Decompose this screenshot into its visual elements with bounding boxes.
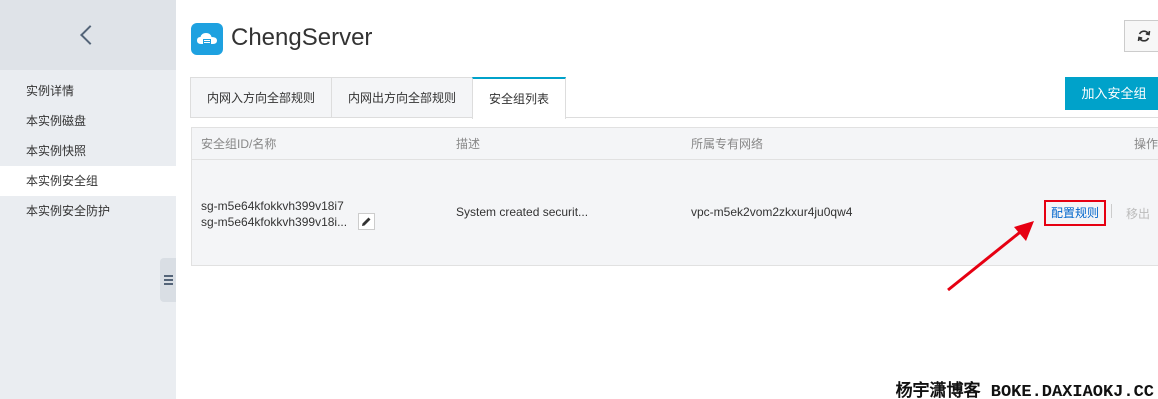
column-header-id-name: 安全组ID/名称 — [201, 137, 277, 151]
tab-outbound-rules[interactable]: 内网出方向全部规则 — [331, 77, 474, 118]
menu-collapse-icon — [163, 275, 173, 285]
table-header: 安全组ID/名称 描述 所属专有网络 操作 — [191, 127, 1158, 160]
annotation-arrow — [947, 221, 1034, 292]
vpc-cell: vpc-m5ek2vom2zkxur4ju0qw4 — [691, 205, 853, 219]
action-separator — [1111, 204, 1112, 218]
sidebar-item-security-protection[interactable]: 本实例安全防护 — [0, 196, 176, 226]
cloud-server-icon — [191, 23, 223, 55]
sidebar-header — [0, 0, 176, 70]
watermark: 杨宇潇博客 BOKE.DAXIAOKJ.CC — [895, 383, 1154, 399]
back-chevron-icon[interactable] — [80, 25, 100, 45]
sidebar-collapse-handle[interactable] — [160, 258, 176, 302]
security-group-id: sg-m5e64kfokkvh399v18i7 — [201, 199, 344, 213]
sidebar-item-snapshots[interactable]: 本实例快照 — [0, 136, 176, 166]
sidebar-menu: 实例详情 本实例磁盘 本实例快照 本实例安全组 本实例安全防护 — [0, 76, 176, 226]
description-cell: System created securit... — [456, 205, 589, 219]
sidebar-item-disks[interactable]: 本实例磁盘 — [0, 106, 176, 136]
column-header-vpc: 所属专有网络 — [691, 137, 764, 151]
configure-rules-link[interactable]: 配置规则 — [1044, 200, 1106, 226]
tab-inbound-rules[interactable]: 内网入方向全部规则 — [190, 77, 333, 118]
remove-link[interactable]: 移出 — [1126, 205, 1150, 222]
sidebar-item-instance-details[interactable]: 实例详情 — [0, 76, 176, 106]
tab-bar: 内网入方向全部规则 内网出方向全部规则 安全组列表 — [190, 77, 567, 119]
page-title: ChengServer — [231, 24, 373, 51]
pencil-icon — [362, 217, 371, 226]
sidebar: 实例详情 本实例磁盘 本实例快照 本实例安全组 本实例安全防护 — [0, 0, 176, 399]
sidebar-item-security-groups[interactable]: 本实例安全组 — [0, 166, 176, 196]
column-header-description: 描述 — [456, 137, 481, 151]
security-group-id-cell: sg-m5e64kfokkvh399v18i7 sg-m5e64kfokkvh3… — [201, 198, 347, 230]
refresh-icon — [1137, 30, 1151, 42]
tab-divider — [190, 117, 1158, 118]
security-group-name: sg-m5e64kfokkvh399v18i... — [201, 215, 348, 229]
tab-security-group-list[interactable]: 安全组列表 — [472, 77, 567, 119]
page-header: ChengServer — [176, 0, 1158, 70]
column-header-actions: 操作 — [1134, 137, 1158, 151]
edit-name-button[interactable] — [358, 213, 375, 230]
add-security-group-button[interactable]: 加入安全组 — [1065, 77, 1158, 110]
refresh-button[interactable] — [1124, 20, 1158, 52]
